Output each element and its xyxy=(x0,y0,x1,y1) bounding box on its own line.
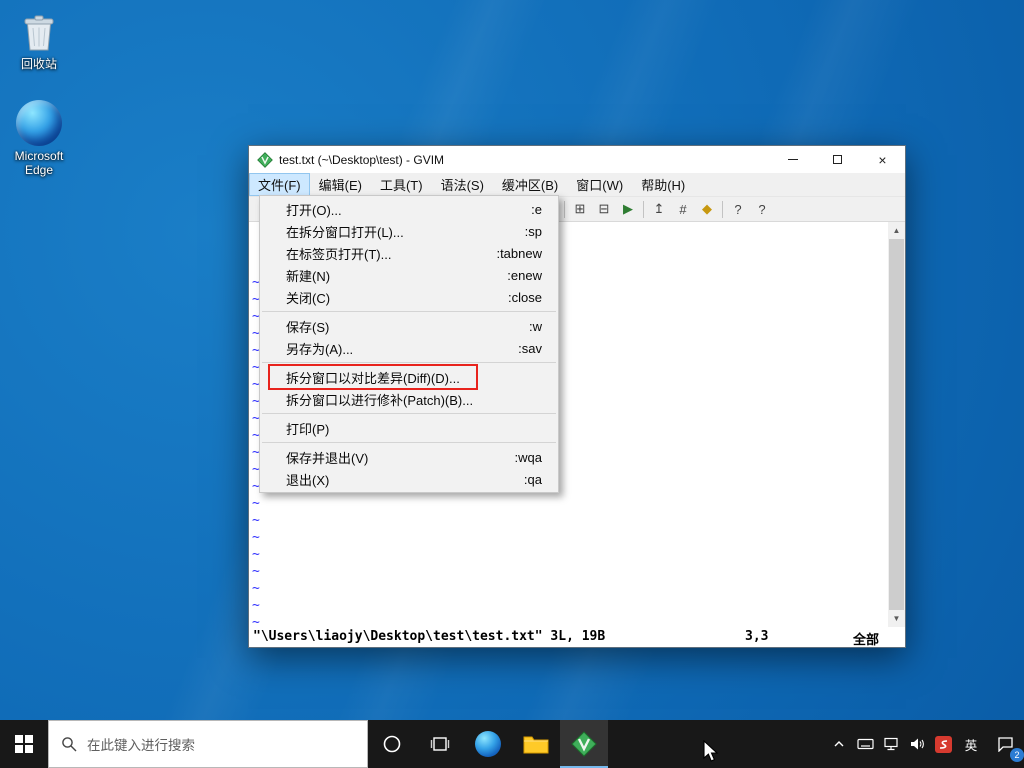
desktop-icon-label: 回收站 xyxy=(21,57,57,71)
menu-shortcut: :sav xyxy=(500,341,542,356)
action-center-button[interactable]: 2 xyxy=(986,720,1024,768)
input-method-icon xyxy=(935,736,952,753)
menu-item-print[interactable]: 打印(P) xyxy=(260,417,558,439)
tag-jump-icon[interactable]: ◆ xyxy=(696,199,718,220)
volume-icon xyxy=(909,737,925,751)
notification-badge: 2 xyxy=(1010,748,1024,762)
edge-icon xyxy=(16,100,62,146)
minimize-icon xyxy=(788,159,798,160)
menu-separator xyxy=(262,311,556,312)
toolbar-separator xyxy=(643,201,644,218)
toolbar-separator xyxy=(564,201,565,218)
menu-item-split-patch[interactable]: 拆分窗口以进行修补(Patch)(B)... xyxy=(260,388,558,410)
menu-buffers[interactable]: 缓冲区(B) xyxy=(493,173,567,196)
windows-logo-icon xyxy=(15,735,33,753)
menu-item-exit[interactable]: 退出(X):qa xyxy=(260,468,558,490)
menu-shortcut: :qa xyxy=(506,472,542,487)
menu-tools[interactable]: 工具(T) xyxy=(371,173,432,196)
taskbar-gvim-button[interactable] xyxy=(560,720,608,768)
cortana-button[interactable] xyxy=(368,720,416,768)
scrollbar-thumb[interactable] xyxy=(889,239,904,610)
save-session-icon[interactable]: ⊟ xyxy=(593,199,615,220)
taskbar-spacer xyxy=(608,720,826,768)
toolbar-separator xyxy=(722,201,723,218)
menu-item-open[interactable]: 打开(O)...:e xyxy=(260,198,558,220)
close-button[interactable]: × xyxy=(860,146,905,173)
cursor-position-ruler: 3,3 xyxy=(745,629,768,644)
window-title: test.txt (~\Desktop\test) - GVIM xyxy=(279,153,770,167)
menu-item-split-diff[interactable]: 拆分窗口以对比差异(Diff)(D)... xyxy=(260,366,558,388)
titlebar[interactable]: test.txt (~\Desktop\test) - GVIM × xyxy=(249,146,905,173)
vertical-scrollbar[interactable]: ▲ ▼ xyxy=(888,222,905,627)
taskbar-explorer-button[interactable] xyxy=(512,720,560,768)
menu-shortcut: :e xyxy=(513,202,542,217)
cortana-icon xyxy=(382,734,402,754)
tray-expand-button[interactable] xyxy=(826,720,852,768)
network-icon xyxy=(883,737,899,751)
volume-button[interactable] xyxy=(904,720,930,768)
menu-item-new[interactable]: 新建(N):enew xyxy=(260,264,558,286)
search-icon xyxy=(61,736,77,752)
menu-shortcut: :w xyxy=(511,319,542,334)
file-explorer-icon xyxy=(523,733,549,755)
input-method-button[interactable] xyxy=(930,720,956,768)
menu-separator xyxy=(262,442,556,443)
recycle-bin-icon xyxy=(17,10,61,54)
menu-window[interactable]: 窗口(W) xyxy=(567,173,632,196)
menu-file[interactable]: 文件(F) xyxy=(249,173,310,196)
search-placeholder: 在此键入进行搜索 xyxy=(87,734,195,754)
maximize-icon xyxy=(833,155,842,164)
taskbar-edge-button[interactable] xyxy=(464,720,512,768)
menu-separator xyxy=(262,413,556,414)
load-session-icon[interactable]: ⊞ xyxy=(569,199,591,220)
menu-syntax[interactable]: 语法(S) xyxy=(432,173,493,196)
taskbar-search[interactable]: 在此键入进行搜索 xyxy=(48,720,368,768)
menu-item-save[interactable]: 保存(S):w xyxy=(260,315,558,337)
scroll-down-button[interactable]: ▼ xyxy=(888,610,905,627)
menu-item-close[interactable]: 关闭(C):close xyxy=(260,286,558,308)
run-ctags-icon[interactable]: # xyxy=(672,199,694,220)
start-button[interactable] xyxy=(0,720,48,768)
menu-item-save-as[interactable]: 另存为(A)...:sav xyxy=(260,337,558,359)
find-help-icon[interactable]: ? xyxy=(751,199,773,220)
edge-icon xyxy=(475,731,501,757)
menu-edit[interactable]: 编辑(E) xyxy=(310,173,371,196)
menu-shortcut: :sp xyxy=(507,224,542,239)
maximize-button[interactable] xyxy=(815,146,860,173)
taskbar: 在此键入进行搜索 xyxy=(0,720,1024,768)
touch-keyboard-button[interactable] xyxy=(852,720,878,768)
network-button[interactable] xyxy=(878,720,904,768)
menu-shortcut: :tabnew xyxy=(478,246,542,261)
task-view-icon xyxy=(430,734,450,754)
file-info-message: "\Users\liaojy\Desktop\test\test.txt" 3L… xyxy=(253,629,605,644)
make-icon[interactable]: ↥ xyxy=(648,199,670,220)
touch-keyboard-icon xyxy=(857,737,874,751)
menu-shortcut: :enew xyxy=(489,268,542,283)
menubar: 文件(F) 编辑(E) 工具(T) 语法(S) 缓冲区(B) 窗口(W) 帮助(… xyxy=(249,173,905,196)
menu-item-save-exit[interactable]: 保存并退出(V):wqa xyxy=(260,446,558,468)
close-icon: × xyxy=(878,153,886,167)
task-view-button[interactable] xyxy=(416,720,464,768)
chevron-up-icon xyxy=(832,737,846,751)
desktop-icon-microsoft-edge[interactable]: Microsoft Edge xyxy=(6,100,72,177)
vim-logo-icon xyxy=(257,152,273,168)
scroll-up-button[interactable]: ▲ xyxy=(888,222,905,239)
menu-shortcut: :close xyxy=(490,290,542,305)
desktop-icon-recycle-bin[interactable]: 回收站 xyxy=(6,10,72,71)
run-script-icon[interactable]: ▶ xyxy=(617,199,639,220)
gvim-window: test.txt (~\Desktop\test) - GVIM × 文件(F)… xyxy=(248,145,906,648)
menu-help[interactable]: 帮助(H) xyxy=(632,173,694,196)
file-menu-popup: 打开(O)...:e 在拆分窗口打开(L)...:sp 在标签页打开(T)...… xyxy=(259,195,559,493)
help-icon[interactable]: ? xyxy=(727,199,749,220)
desktop-icon-label: Microsoft Edge xyxy=(6,149,72,177)
menu-shortcut: :wqa xyxy=(497,450,542,465)
menu-item-open-tab[interactable]: 在标签页打开(T)...:tabnew xyxy=(260,242,558,264)
scroll-position-indicator: 全部 xyxy=(853,629,879,648)
language-indicator[interactable]: 英 xyxy=(956,720,986,768)
command-line: "\Users\liaojy\Desktop\test\test.txt" 3L… xyxy=(249,627,905,647)
menu-item-split-open[interactable]: 在拆分窗口打开(L)...:sp xyxy=(260,220,558,242)
minimize-button[interactable] xyxy=(770,146,815,173)
vim-logo-icon xyxy=(571,731,597,757)
menu-separator xyxy=(262,362,556,363)
